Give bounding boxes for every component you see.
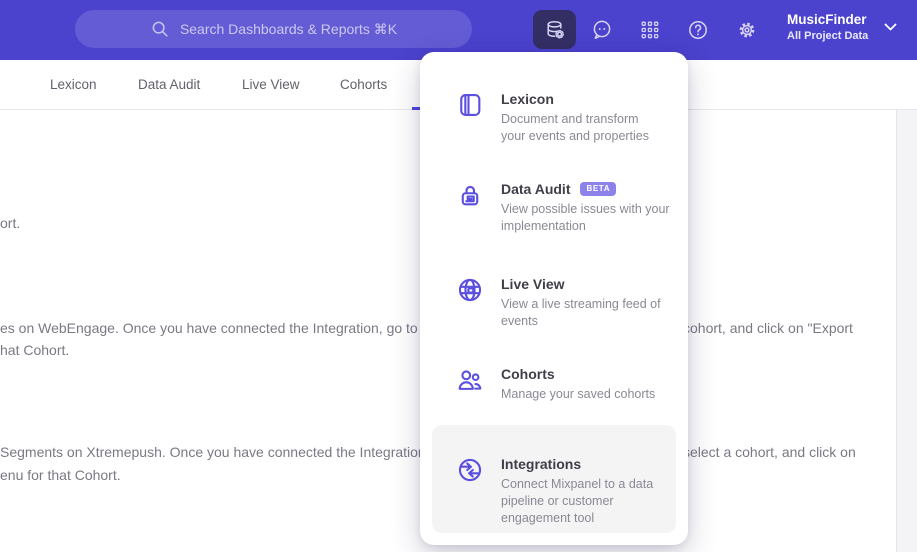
menu-item-title: Data Audit xyxy=(501,181,571,197)
gear-icon xyxy=(739,22,755,38)
search-icon xyxy=(152,21,168,37)
tab-lexicon[interactable]: Lexicon xyxy=(50,77,97,92)
apps-grid-icon[interactable] xyxy=(631,12,669,48)
project-switcher[interactable]: MusicFinder All Project Data xyxy=(787,11,897,44)
book-icon xyxy=(460,94,481,116)
search-input[interactable]: Search Dashboards & Reports ⌘K xyxy=(75,10,472,48)
data-management-menu: Lexicon Document and transform your even… xyxy=(420,52,688,545)
list-row-text: cohort, and click on "Export xyxy=(683,320,853,336)
menu-item-title: Cohorts xyxy=(501,366,555,382)
people-icon xyxy=(458,370,482,390)
chevron-down-icon xyxy=(884,23,897,31)
tab-data-audit[interactable]: Data Audit xyxy=(138,77,200,92)
mixpanel-app: ort. es on WebEngage. Once you have conn… xyxy=(0,0,917,552)
list-row-text: ort. xyxy=(0,215,21,231)
list-row-text: es on WebEngage. Once you have connected… xyxy=(0,320,442,336)
menu-item-description: Document and transform your events and p… xyxy=(501,112,650,143)
tab-live-view[interactable]: Live View xyxy=(242,77,300,92)
menu-item-description: View a live streaming feed of events xyxy=(501,297,661,328)
sync-icon xyxy=(458,458,482,482)
project-name: MusicFinder xyxy=(787,12,867,27)
menu-item-lexicon[interactable]: Lexicon Document and transform your even… xyxy=(420,90,688,145)
settings-button[interactable] xyxy=(728,12,766,48)
data-management-button[interactable] xyxy=(533,10,576,49)
list-row-text: select a cohort, and click on xyxy=(683,444,856,460)
menu-item-integrations-highlight: Integrations Connect Mixpanel to a data … xyxy=(432,425,676,533)
menu-item-description: Manage your saved cohorts xyxy=(501,387,656,401)
feedback-button[interactable] xyxy=(583,12,621,48)
top-nav: Search Dashboards & Reports ⌘K MusicFind… xyxy=(0,0,917,60)
list-row-text: enu for that Cohort. xyxy=(0,467,121,483)
list-row-text: Segments on Xtremepush. Once you have co… xyxy=(0,444,430,460)
search-placeholder: Search Dashboards & Reports ⌘K xyxy=(179,20,398,37)
menu-item-description: Connect Mixpanel to a data pipeline or c… xyxy=(501,477,654,525)
project-scope: All Project Data xyxy=(787,30,869,42)
menu-item-cohorts[interactable]: Cohorts Manage your saved cohorts xyxy=(420,365,688,403)
list-row-text: hat Cohort. xyxy=(0,342,70,358)
menu-item-integrations[interactable]: Integrations Connect Mixpanel to a data … xyxy=(432,455,676,527)
tab-cohorts[interactable]: Cohorts xyxy=(340,77,387,92)
menu-item-live-view[interactable]: Live View View a live streaming feed of … xyxy=(420,275,688,330)
menu-item-description: View possible issues with your implement… xyxy=(501,202,670,233)
scrollbar-track[interactable] xyxy=(896,110,917,552)
question-circle-icon xyxy=(689,21,707,39)
menu-item-data-audit[interactable]: Data Audit BETA View possible issues wit… xyxy=(420,180,688,235)
help-button[interactable] xyxy=(679,12,717,48)
chat-bubble-icon xyxy=(593,20,611,40)
menu-item-title: Lexicon xyxy=(501,91,554,107)
grid-icon xyxy=(641,21,659,39)
lock-icon xyxy=(461,185,479,206)
globe-icon xyxy=(458,278,482,302)
menu-item-title: Integrations xyxy=(501,456,582,472)
menu-item-title: Live View xyxy=(501,276,565,292)
database-gear-icon xyxy=(546,20,564,38)
beta-badge: BETA xyxy=(580,182,617,196)
